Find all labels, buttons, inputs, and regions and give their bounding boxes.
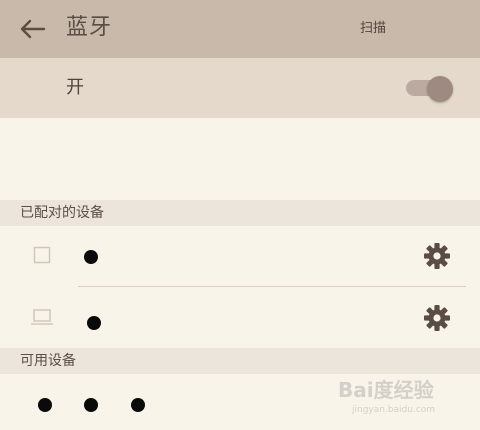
- gear-icon[interactable]: [422, 303, 452, 333]
- available-devices-title: 可用设备: [20, 353, 76, 369]
- paired-devices-title: 已配对的设备: [20, 205, 104, 221]
- paired-devices-header: 已配对的设备: [0, 200, 480, 226]
- loading-dot: [131, 398, 145, 412]
- page-title: 蓝牙: [66, 15, 113, 40]
- scan-button[interactable]: 扫描: [360, 20, 386, 38]
- gear-icon[interactable]: [422, 241, 452, 271]
- device-name-dot: [87, 316, 101, 330]
- paired-device-row[interactable]: [0, 226, 480, 288]
- baidu-watermark: Bai度经验 jingyan.baidu.com: [338, 378, 458, 422]
- back-arrow-icon[interactable]: [18, 17, 46, 41]
- bluetooth-toggle-label: 开: [66, 77, 84, 98]
- switch-knob: [427, 76, 453, 102]
- watermark-text: Bai度经验: [338, 378, 434, 402]
- device-name-dot: [84, 250, 98, 264]
- loading-dot: [84, 398, 98, 412]
- loading-dot: [38, 398, 52, 412]
- blank-spacer: [0, 118, 480, 200]
- phone-icon: [33, 246, 51, 264]
- row-divider: [78, 286, 466, 287]
- available-devices-header: 可用设备: [0, 348, 480, 374]
- bluetooth-switch[interactable]: [406, 76, 458, 102]
- top-bar: 蓝牙 扫描: [0, 0, 480, 58]
- watermark-subtext: jingyan.baidu.com: [352, 405, 436, 415]
- paired-device-row[interactable]: [0, 288, 480, 350]
- laptop-icon: [31, 309, 53, 325]
